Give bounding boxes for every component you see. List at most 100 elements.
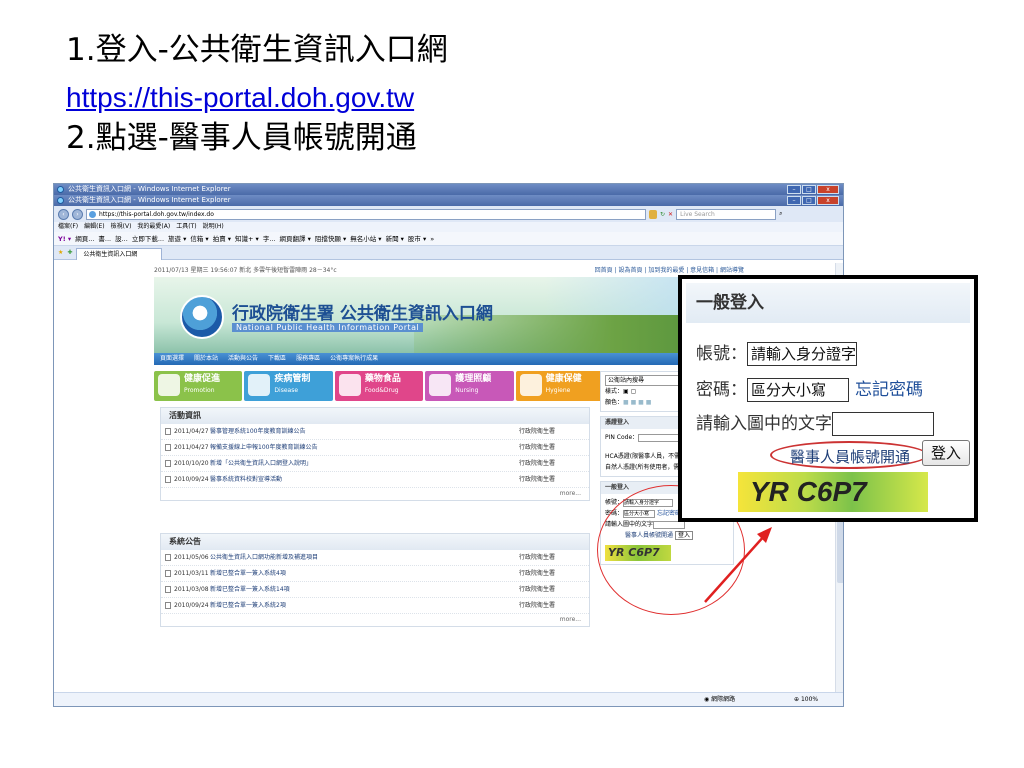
zoom-captcha-row: 請輸入圖中的文字 bbox=[696, 409, 934, 436]
zoom-account-row: 帳號： 請輸入身分證字 bbox=[696, 339, 857, 366]
menu-edit[interactable]: 編輯(E) bbox=[84, 222, 104, 232]
zoom-password-label: 密碼： bbox=[696, 380, 747, 400]
status-bar: ◉ 網際網路 ⊕ 100% bbox=[54, 692, 843, 706]
minimize-button[interactable]: – bbox=[787, 196, 801, 205]
table-row[interactable]: 2010/09/24 醫事系統資料校對宣導活動 行政院衛生署 bbox=[161, 472, 589, 488]
table-row[interactable]: 2010/10/20 新增「公共衛生資訊入口網登入說明」 行政院衛生署 bbox=[161, 456, 589, 472]
forward-icon[interactable]: › bbox=[72, 208, 83, 220]
document-icon bbox=[165, 476, 171, 483]
stop-icon[interactable]: ✕ bbox=[668, 211, 673, 218]
nav-item-projects[interactable]: 公衛專案執行成果 bbox=[330, 353, 378, 365]
link-dictionary[interactable]: 字... bbox=[263, 232, 276, 245]
slide-title: 1.登入-公共衛生資訊入口網 bbox=[66, 32, 448, 68]
tab-bar: ★ ✚ 公共衛生資訊入口網 bbox=[54, 246, 843, 260]
back-icon[interactable]: ‹ bbox=[58, 208, 69, 220]
link-more[interactable]: » bbox=[430, 232, 434, 245]
zoom-password-input[interactable]: 區分大小寫 bbox=[747, 378, 849, 402]
zoom-login-button[interactable]: 登入 bbox=[922, 440, 970, 466]
ie-icon bbox=[57, 186, 64, 193]
refresh-icon[interactable]: ↻ bbox=[660, 211, 665, 218]
minimize-button[interactable]: – bbox=[787, 185, 801, 194]
tab-portal[interactable]: 公共衛生資訊入口網 bbox=[76, 248, 163, 260]
document-icon bbox=[165, 586, 171, 593]
menu-bar: 檔案(F) 編輯(E) 檢視(V) 我的最愛(A) 工具(T) 說明(H) bbox=[54, 222, 843, 232]
link-travel[interactable]: 旅遊 ▾ bbox=[168, 232, 186, 245]
maximize-button[interactable]: □ bbox=[802, 196, 816, 205]
site-nav: 頁面選擇 關於本站 活動與公告 下載區 服務專區 公衛專案執行成果 bbox=[154, 353, 744, 365]
link-mail[interactable]: 信箱 ▾ bbox=[190, 232, 208, 245]
zoom-activate-account-link[interactable]: 醫事人員帳號開通 bbox=[790, 446, 910, 467]
zoom-captcha-input[interactable] bbox=[832, 412, 934, 436]
links-toolbar: Y! ▾ 網頁... 書... 設... 立即下載... 旅遊 ▾ 信箱 ▾ 拍… bbox=[54, 232, 843, 246]
activities-more-link[interactable]: more... bbox=[161, 488, 589, 500]
portal-url-link[interactable]: https://this-portal.doh.gov.tw bbox=[66, 80, 414, 116]
tile-food-drug[interactable]: 藥物食品 Food&Drug bbox=[334, 371, 424, 401]
link-settings[interactable]: 設... bbox=[115, 232, 128, 245]
table-row[interactable]: 2011/05/06 公共衛生資訊入口網功能新增及補進項目 行政院衛生署 bbox=[161, 550, 589, 566]
close-button[interactable]: x bbox=[817, 185, 839, 194]
nav-item-about[interactable]: 關於本站 bbox=[194, 353, 218, 365]
search-icon[interactable]: ⌕ bbox=[779, 210, 782, 218]
maximize-button[interactable]: □ bbox=[802, 185, 816, 194]
link-web[interactable]: 網頁... bbox=[75, 232, 94, 245]
close-button[interactable]: x bbox=[817, 196, 839, 205]
menu-favorites[interactable]: 我的最愛(A) bbox=[137, 222, 170, 232]
zoom-account-label: 帳號： bbox=[696, 344, 747, 364]
link-book[interactable]: 書... bbox=[98, 232, 111, 245]
slide-subtitle: 2.點選-醫事人員帳號開通 bbox=[66, 120, 417, 156]
table-row[interactable]: 2011/04/27 醫事管理系統100年度教育訓練公告 行政院衛生署 bbox=[161, 424, 589, 440]
zoom-captcha-label: 請輸入圖中的文字 bbox=[696, 414, 832, 434]
doh-logo-icon bbox=[180, 295, 224, 339]
tile-promotion[interactable]: 健康促進 Promotion bbox=[154, 371, 243, 401]
add-favorites-icon[interactable]: ✚ bbox=[67, 246, 72, 259]
yahoo-button[interactable]: Y! ▾ bbox=[58, 232, 71, 245]
table-row[interactable]: 2011/03/11 新增已整合單一簽入系統4項 行政院衛生署 bbox=[161, 566, 589, 582]
zoom-password-row: 密碼： 區分大小寫 忘記密碼 bbox=[696, 375, 923, 402]
table-row[interactable]: 2011/03/08 新增已整合單一簽入系統14項 行政院衛生署 bbox=[161, 582, 589, 598]
zoom-account-input[interactable]: 請輸入身分證字 bbox=[747, 342, 857, 366]
url-input[interactable]: https://this-portal.doh.gov.tw/index.do bbox=[86, 208, 646, 220]
lock-icon[interactable] bbox=[649, 209, 657, 219]
document-icon bbox=[165, 460, 171, 467]
status-zoom[interactable]: ⊕ 100% bbox=[794, 693, 818, 706]
nav-item-select[interactable]: 頁面選擇 bbox=[160, 353, 184, 365]
activities-heading: 活動資訊 bbox=[161, 408, 589, 424]
url-text: https://this-portal.doh.gov.tw/index.do bbox=[99, 210, 214, 218]
tile-nursing[interactable]: 護理照顧 Nursing bbox=[425, 371, 514, 401]
search-input[interactable]: Live Search bbox=[676, 208, 777, 220]
nav-item-events[interactable]: 活動與公告 bbox=[228, 353, 258, 365]
window-controls: – □ x bbox=[787, 185, 839, 194]
color-swatches[interactable]: ■ ■ ■ ■ bbox=[623, 399, 651, 406]
link-news[interactable]: 新聞 ▾ bbox=[386, 232, 404, 245]
menu-file[interactable]: 檔案(F) bbox=[58, 222, 78, 232]
menu-help[interactable]: 說明(H) bbox=[203, 222, 224, 232]
menu-view[interactable]: 檢視(V) bbox=[111, 222, 132, 232]
link-knowledge[interactable]: 知識+ ▾ bbox=[235, 232, 259, 245]
page-icon bbox=[89, 210, 96, 218]
table-row[interactable]: 2011/04/27 報備支援線上申報100年度教育訓練公告 行政院衛生署 bbox=[161, 440, 589, 456]
link-translate[interactable]: 網頁翻譯 ▾ bbox=[280, 232, 311, 245]
tile-hygiene[interactable]: 健康保健 Hygiene bbox=[515, 371, 605, 401]
announcements-panel: 系統公告 2011/05/06 公共衛生資訊入口網功能新增及補進項目 行政院衛生署 … bbox=[160, 533, 590, 627]
window-title-2: 公共衛生資訊入口網 - Windows Internet Explorer bbox=[68, 196, 231, 204]
menu-tools[interactable]: 工具(T) bbox=[176, 222, 196, 232]
zoom-captcha-image: YR C6P7 bbox=[738, 472, 928, 512]
favorites-star-icon[interactable]: ★ bbox=[58, 246, 63, 259]
table-row[interactable]: 2010/09/24 新增已整合單一簽入系統2項 行政院衛生署 bbox=[161, 598, 589, 614]
portal-page: 2011/07/13 星期三 19:56:07 新北 多雲午後短暫雷陣雨 28－… bbox=[154, 263, 744, 683]
link-stocks[interactable]: 股市 ▾ bbox=[408, 232, 426, 245]
zoom-forgot-password-link[interactable]: 忘記密碼 bbox=[855, 380, 923, 400]
link-wretch[interactable]: 無名小站 ▾ bbox=[350, 232, 381, 245]
top-links[interactable]: 回首頁 | 設為首頁 | 加到我的最愛 | 意見信箱 | 網站導覽 bbox=[595, 265, 744, 274]
activities-panel: 活動資訊 2011/04/27 醫事管理系統100年度教育訓練公告 行政院衛生署 2… bbox=[160, 407, 590, 501]
nav-item-service[interactable]: 服務專區 bbox=[296, 353, 320, 365]
layout-icon[interactable]: ▣ ▢ bbox=[623, 388, 636, 395]
link-popup-blocker[interactable]: 阻擋快顯 ▾ bbox=[315, 232, 346, 245]
announcements-more-link[interactable]: more... bbox=[161, 614, 589, 626]
color-label: 顏色： bbox=[605, 399, 624, 406]
nav-item-download[interactable]: 下載區 bbox=[268, 353, 286, 365]
link-download[interactable]: 立即下載... bbox=[132, 232, 164, 245]
link-auction[interactable]: 拍賣 ▾ bbox=[213, 232, 231, 245]
disease-icon bbox=[248, 374, 271, 396]
tile-disease[interactable]: 疾病管制 Disease bbox=[244, 371, 333, 401]
